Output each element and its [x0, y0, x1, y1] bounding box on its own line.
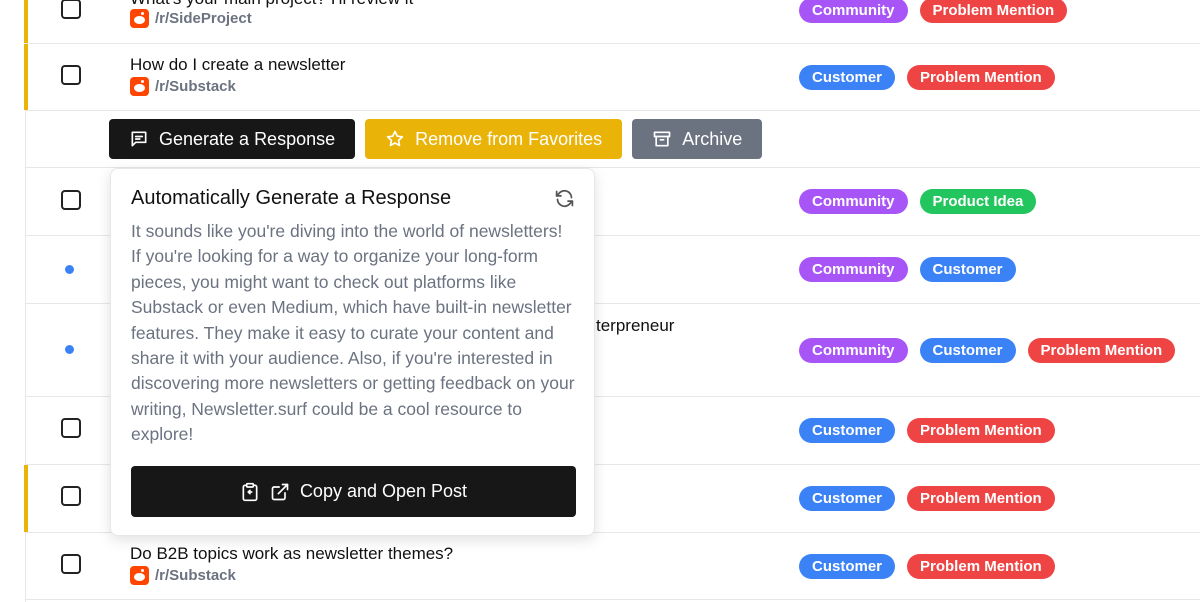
star-icon: [386, 130, 404, 147]
popover-title: Automatically Generate a Response: [131, 187, 452, 209]
tag-list: Customer Problem Mention: [799, 486, 1055, 511]
generated-response-text: It sounds like you're diving into the wo…: [131, 221, 575, 445]
tag-customer[interactable]: Customer: [919, 338, 1016, 363]
subreddit-label: /r/Substack: [155, 567, 236, 584]
tag-community[interactable]: Community: [799, 189, 908, 214]
unread-dot: [65, 345, 74, 354]
generate-response-label: Generate a Response: [159, 128, 336, 149]
post-title[interactable]: terpreneur: [596, 316, 674, 336]
tag-community[interactable]: Community: [799, 0, 908, 23]
remove-from-favorites-label: Remove from Favorites: [415, 128, 603, 149]
generate-response-popover: Automatically Generate a Response It sou…: [110, 168, 595, 536]
tag-problem-mention[interactable]: Problem Mention: [907, 486, 1055, 511]
row-checkbox[interactable]: [61, 418, 81, 438]
row-checkbox[interactable]: [61, 554, 81, 574]
tag-list: Customer Problem Mention: [799, 65, 1055, 90]
archive-label: Archive: [682, 128, 743, 149]
tag-customer[interactable]: Customer: [799, 554, 896, 579]
subreddit-label: /r/SideProject: [155, 10, 252, 27]
tag-list: Community Problem Mention: [799, 0, 1068, 23]
post-subreddit[interactable]: /r/Substack: [130, 566, 236, 585]
tag-list: Community Customer: [799, 257, 1016, 282]
copy-and-open-post-button[interactable]: Copy and Open Post: [131, 466, 576, 517]
reddit-icon: [130, 566, 149, 585]
tag-problem-mention[interactable]: Problem Mention: [907, 554, 1055, 579]
tag-problem-mention[interactable]: Problem Mention: [907, 65, 1055, 90]
row-checkbox[interactable]: [61, 65, 81, 85]
reddit-icon: [130, 9, 149, 28]
tag-list: Community Product Idea: [799, 189, 1037, 214]
clipboard-icon: [242, 482, 258, 501]
post-title[interactable]: How do I create a newsletter: [130, 55, 345, 75]
table-row[interactable]: Do B2B topics work as newsletter themes?…: [26, 533, 1200, 600]
archive-button[interactable]: Archive: [632, 119, 763, 159]
table-row[interactable]: How do I create a newsletter /r/Substack…: [24, 44, 1200, 111]
unread-dot: [65, 265, 74, 274]
tag-problem-mention[interactable]: Problem Mention: [919, 0, 1068, 23]
tag-customer[interactable]: Customer: [799, 418, 896, 443]
tag-community[interactable]: Community: [799, 338, 908, 363]
post-subreddit[interactable]: /r/Substack: [130, 77, 236, 96]
remove-from-favorites-button[interactable]: Remove from Favorites: [365, 119, 623, 159]
tag-community[interactable]: Community: [799, 257, 908, 282]
table-row[interactable]: What's your main project? I'll review it…: [24, 0, 1200, 44]
external-link-icon: [271, 483, 289, 500]
generate-response-button[interactable]: Generate a Response: [109, 119, 356, 159]
tag-customer[interactable]: Customer: [919, 257, 1016, 282]
tag-problem-mention[interactable]: Problem Mention: [1027, 338, 1176, 363]
reddit-icon: [130, 77, 149, 96]
row-checkbox[interactable]: [61, 0, 81, 19]
tag-problem-mention[interactable]: Problem Mention: [907, 418, 1055, 443]
subreddit-label: /r/Substack: [155, 78, 236, 95]
tag-list: Community Customer Problem Mention: [799, 338, 1176, 363]
post-title[interactable]: Do B2B topics work as newsletter themes?: [130, 544, 453, 564]
copy-and-open-post-label: Copy and Open Post: [299, 481, 468, 501]
tag-list: Customer Problem Mention: [799, 418, 1055, 443]
tag-product-idea[interactable]: Product Idea: [919, 189, 1037, 214]
post-title[interactable]: What's your main project? I'll review it: [130, 0, 413, 9]
archive-icon: [653, 131, 671, 147]
row-checkbox[interactable]: [61, 486, 81, 506]
tag-customer[interactable]: Customer: [799, 486, 896, 511]
tag-list: Customer Problem Mention: [799, 554, 1055, 579]
row-checkbox[interactable]: [61, 190, 81, 210]
row-actions: Generate a Response Remove from Favorite…: [109, 119, 763, 159]
tag-customer[interactable]: Customer: [799, 65, 896, 90]
refresh-icon[interactable]: [554, 188, 575, 209]
post-subreddit[interactable]: /r/SideProject: [130, 9, 252, 28]
message-icon: [131, 131, 147, 147]
